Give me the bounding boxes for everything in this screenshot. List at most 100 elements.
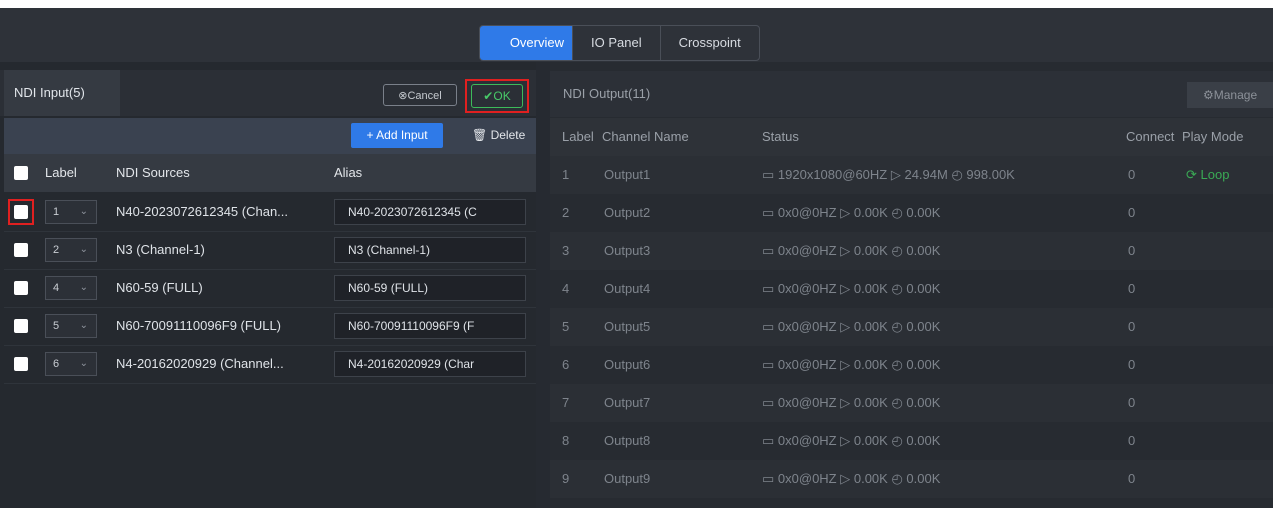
output-panel-title: NDI Output(11) [563,86,651,101]
label-select[interactable]: 2 ⌄ [45,238,97,262]
select-all-checkbox[interactable] [14,166,28,180]
loop-icon: ⟳ [1186,167,1201,182]
input-panel-header: NDI Input(5) ⊗Cancel ✔OK [0,70,536,116]
source-name: N60-70091110096F9 (FULL) [116,318,282,333]
row-checkbox[interactable] [14,205,28,219]
view-tabs: Overview IO Panel Crosspoint [479,25,760,61]
output-channel-name: Output4 [604,281,651,296]
status-bytes: 0.00K [906,471,941,486]
col-out-label: Label [562,129,594,144]
status-resolution: 0x0@0HZ [777,319,837,334]
alias-input[interactable]: N60-70091110096F9 (F [334,313,526,339]
output-channel-name: Output5 [604,319,651,334]
input-row: 2 ⌄ N3 (Channel-1) N3 (Channel-1) [4,231,536,270]
manage-button[interactable]: ⚙Manage [1187,82,1273,108]
status-bytes: 998.00K [966,167,1015,182]
trash-icon: 🗑 [472,128,488,142]
label-select[interactable]: 4 ⌄ [45,276,97,300]
monitor-icon: ▭ [762,167,778,182]
speed-icon: ◴ [887,243,907,258]
output-row[interactable]: 2 Output2 ▭ 0x0@0HZ ▷ 0.00K ◴ 0.00K 0 [550,194,1273,232]
play-icon: ▷ [836,281,854,296]
play-icon: ▷ [836,357,854,372]
row-checkbox[interactable] [14,319,28,333]
delete-label: Delete [490,128,526,142]
label-value: 6 [53,358,60,370]
check-circle-icon: ✔ [483,89,494,103]
add-input-button[interactable]: + Add Input [351,123,443,148]
label-value: 4 [53,282,60,294]
output-status: ▭ 0x0@0HZ ▷ 0.00K ◴ 0.00K [762,232,940,270]
status-rate: 0.00K [853,205,888,220]
output-row[interactable]: 4 Output4 ▭ 0x0@0HZ ▷ 0.00K ◴ 0.00K 0 [550,270,1273,308]
status-rate: 0.00K [853,357,888,372]
status-bytes: 0.00K [906,357,941,372]
cancel-button[interactable]: ⊗Cancel [383,84,457,106]
input-row: 4 ⌄ N60-59 (FULL) N60-59 (FULL) [4,269,536,308]
monitor-icon: ▭ [762,395,778,410]
ndi-input-panel: NDI Input(5) ⊗Cancel ✔OK + Add Input 🗑 D… [0,62,536,508]
output-status: ▭ 0x0@0HZ ▷ 0.00K ◴ 0.00K [762,194,940,232]
delete-button[interactable]: 🗑 Delete [472,123,525,148]
output-row[interactable]: 5 Output5 ▭ 0x0@0HZ ▷ 0.00K ◴ 0.00K 0 [550,308,1273,346]
status-rate: 0.00K [853,243,888,258]
status-resolution: 0x0@0HZ [777,205,837,220]
source-name: N40-2023072612345 (Chan... [116,204,289,219]
output-row[interactable]: 7 Output7 ▭ 0x0@0HZ ▷ 0.00K ◴ 0.00K 0 [550,384,1273,422]
output-connect: 0 [1128,167,1136,182]
ndi-output-panel: NDI Output(11) ⚙Manage Label Channel Nam… [550,62,1273,508]
output-channel-name: Output7 [604,395,651,410]
chevron-down-icon: ⌄ [79,358,88,369]
col-alias: Alias [334,165,363,180]
play-icon: ▷ [836,319,854,334]
output-panel-header: NDI Output(11) ⚙Manage [550,71,1273,117]
label-value: 2 [53,244,60,256]
output-status: ▭ 0x0@0HZ ▷ 0.00K ◴ 0.00K [762,422,940,460]
ok-button[interactable]: ✔OK [471,84,523,108]
output-label: 8 [562,433,570,448]
output-row[interactable]: 3 Output3 ▭ 0x0@0HZ ▷ 0.00K ◴ 0.00K 0 [550,232,1273,270]
monitor-icon: ▭ [762,433,778,448]
label-select[interactable]: 5 ⌄ [45,314,97,338]
label-select[interactable]: 6 ⌄ [45,352,97,376]
tab-io-panel[interactable]: IO Panel [572,26,660,60]
speed-icon: ◴ [887,395,907,410]
output-channel-name: Output6 [604,357,651,372]
status-bytes: 0.00K [906,319,941,334]
play-mode[interactable]: ⟳ Loop [1186,156,1229,194]
chevron-down-icon: ⌄ [79,206,88,217]
output-label: 5 [562,319,570,334]
speed-icon: ◴ [887,205,907,220]
status-rate: 0.00K [853,319,888,334]
tab-crosspoint[interactable]: Crosspoint [659,26,759,60]
label-select[interactable]: 1 ⌄ [45,200,97,224]
output-row[interactable]: 6 Output6 ▭ 0x0@0HZ ▷ 0.00K ◴ 0.00K 0 [550,346,1273,384]
row-checkbox[interactable] [14,357,28,371]
input-panel-title[interactable]: NDI Input(5) [4,70,120,116]
output-row[interactable]: 9 Output9 ▭ 0x0@0HZ ▷ 0.00K ◴ 0.00K 0 [550,460,1273,498]
monitor-icon: ▭ [762,243,778,258]
row-checkbox[interactable] [14,243,28,257]
row-checkbox[interactable] [14,281,28,295]
alias-input[interactable]: N40-2023072612345 (C [334,199,526,225]
alias-input[interactable]: N4-20162020929 (Char [334,351,526,377]
speed-icon: ◴ [887,319,907,334]
alias-input[interactable]: N3 (Channel-1) [334,237,526,263]
monitor-icon: ▭ [762,357,778,372]
tab-overview[interactable]: Overview [480,26,572,60]
output-channel-name: Output2 [604,205,651,220]
output-row[interactable]: 1 Output1 ▭ 1920x1080@60HZ ▷ 24.94M ◴ 998.… [550,156,1273,194]
play-mode-label: Loop [1200,167,1230,182]
output-label: 9 [562,471,570,486]
status-bytes: 0.00K [906,395,941,410]
monitor-icon: ▭ [762,205,778,220]
alias-input[interactable]: N60-59 (FULL) [334,275,526,301]
play-icon: ▷ [836,205,854,220]
output-row[interactable]: 8 Output8 ▭ 0x0@0HZ ▷ 0.00K ◴ 0.00K 0 [550,422,1273,460]
output-connect: 0 [1128,281,1136,296]
speed-icon: ◴ [887,433,907,448]
status-rate: 24.94M [904,167,948,182]
output-status: ▭ 0x0@0HZ ▷ 0.00K ◴ 0.00K [762,346,940,384]
output-status: ▭ 0x0@0HZ ▷ 0.00K ◴ 0.00K [762,270,940,308]
ok-highlight: ✔OK [465,79,529,113]
